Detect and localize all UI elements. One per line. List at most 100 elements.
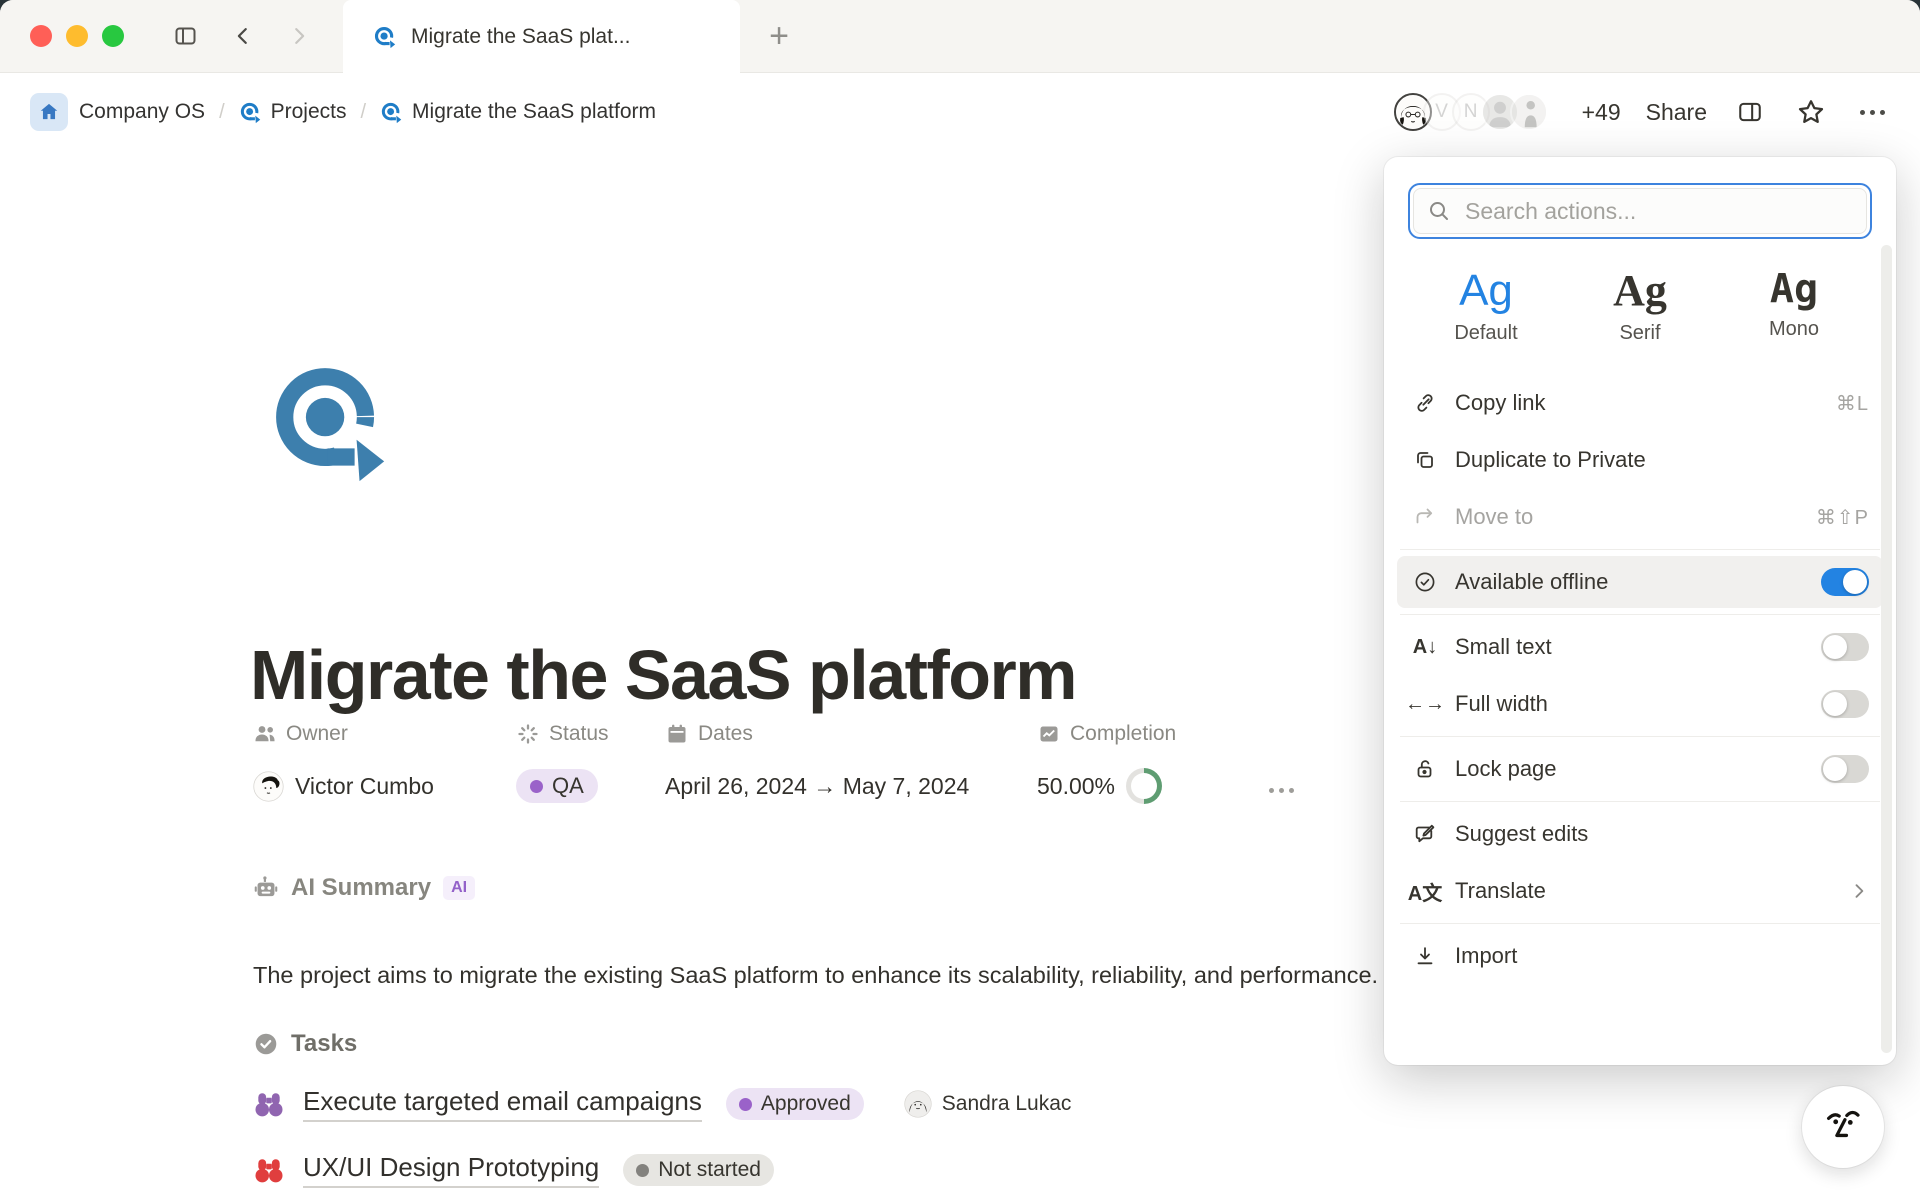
collaborator-avatars[interactable]: V N <box>1394 93 1548 131</box>
page-actions-menu: Ag Default Ag Serif Ag Mono Copy link ⌘L… <box>1384 157 1896 1065</box>
menu-item-translate[interactable]: A文 Translate <box>1397 865 1883 917</box>
menu-item-suggest-edits[interactable]: Suggest edits <box>1397 808 1883 860</box>
ai-summary-text[interactable]: The project aims to migrate the existing… <box>253 958 1398 993</box>
menu-item-move-to[interactable]: Move to ⌘⇧P <box>1397 491 1883 543</box>
binoculars-icon <box>253 1157 285 1184</box>
duplicate-icon <box>1413 448 1437 472</box>
task-assignee[interactable]: Sandra Lukac <box>904 1090 1072 1118</box>
tab-active[interactable]: Migrate the SaaS plat... <box>343 0 740 73</box>
menu-divider <box>1400 801 1880 802</box>
new-tab-button[interactable]: + <box>758 16 800 56</box>
page-title[interactable]: Migrate the SaaS platform <box>250 635 1076 715</box>
lock-open-icon <box>1413 757 1437 781</box>
status-spinner-icon <box>516 722 540 746</box>
task-status-badge[interactable]: Approved <box>726 1088 864 1120</box>
ai-summary-title: AI Summary <box>291 874 431 902</box>
menu-divider <box>1400 736 1880 737</box>
calendar-icon <box>665 722 689 746</box>
task-row: Execute targeted email campaigns Approve… <box>253 1086 1071 1122</box>
property-status[interactable]: Status QA <box>516 722 665 806</box>
share-button[interactable]: Share <box>1646 99 1707 126</box>
ai-summary-header: AI Summary AI <box>253 874 475 902</box>
menu-item-small-text[interactable]: A↓ Small text <box>1397 621 1883 673</box>
open-side-peek-button[interactable] <box>1732 94 1768 130</box>
menu-item-import[interactable]: Import <box>1397 930 1883 982</box>
property-completion[interactable]: Completion 50.00% <box>1037 722 1269 806</box>
menu-item-lock-page[interactable]: Lock page <box>1397 743 1883 795</box>
font-option-mono[interactable]: Ag Mono <box>1734 263 1854 351</box>
owner-avatar <box>253 771 284 802</box>
favorite-button[interactable] <box>1793 94 1829 130</box>
robot-icon <box>253 875 279 901</box>
status-badge[interactable]: QA <box>516 769 598 803</box>
date-range: April 26, 2024 → May 7, 2024 <box>665 773 969 800</box>
assignee-avatar <box>904 1090 932 1118</box>
project-cycle-icon <box>380 101 403 124</box>
shortcut-label: ⌘L <box>1836 391 1869 416</box>
ellipsis-icon <box>1269 788 1274 793</box>
page-properties: Owner Victor Cumbo Status QA Dates <box>253 722 1294 806</box>
minimize-window-button[interactable] <box>66 25 88 47</box>
sidebar-toggle-icon[interactable] <box>168 19 202 53</box>
breadcrumb-item-current-page[interactable]: Migrate the SaaS platform <box>380 100 656 124</box>
check-circle-icon <box>1413 570 1437 594</box>
menu-item-available-offline[interactable]: Available offline <box>1397 556 1883 608</box>
back-icon[interactable] <box>226 19 260 53</box>
available-offline-toggle[interactable] <box>1821 568 1869 596</box>
font-option-default[interactable]: Ag Default <box>1426 263 1546 351</box>
plus-icon: + <box>769 17 789 56</box>
breadcrumb-item-projects[interactable]: Projects <box>239 100 347 124</box>
full-width-icon: ←→ <box>1405 693 1445 716</box>
link-icon <box>1413 391 1437 415</box>
property-dates[interactable]: Dates April 26, 2024 → May 7, 2024 <box>665 722 1037 806</box>
notion-ai-button[interactable] <box>1802 1086 1884 1168</box>
tasks-section-header: Tasks <box>253 1030 357 1058</box>
full-width-toggle[interactable] <box>1821 690 1869 718</box>
property-label: Owner <box>286 722 348 746</box>
small-text-toggle[interactable] <box>1821 633 1869 661</box>
actions-search[interactable] <box>1408 183 1872 239</box>
home-breadcrumb-chip[interactable] <box>30 93 68 131</box>
task-link[interactable]: Execute targeted email campaigns <box>303 1086 702 1122</box>
more-options-button[interactable] <box>1854 94 1890 130</box>
search-actions-input[interactable] <box>1463 197 1853 226</box>
page-icon[interactable] <box>266 358 394 486</box>
forward-icon[interactable] <box>282 19 316 53</box>
close-window-button[interactable] <box>30 25 52 47</box>
people-icon <box>253 722 277 746</box>
font-option-serif[interactable]: Ag Serif <box>1580 263 1700 351</box>
app-window: Migrate the SaaS plat... + Company OS / … <box>0 0 1920 1200</box>
tab-strip: Migrate the SaaS plat... + <box>0 0 1920 73</box>
breadcrumb: Company OS / Projects / Migrate the SaaS… <box>30 93 656 131</box>
window-controls <box>30 25 124 47</box>
move-to-icon <box>1413 505 1437 529</box>
task-status-badge[interactable]: Not started <box>623 1154 774 1186</box>
shortcut-label: ⌘⇧P <box>1816 505 1869 530</box>
breadcrumb-item-company-os[interactable]: Company OS <box>79 100 205 124</box>
menu-item-copy-link[interactable]: Copy link ⌘L <box>1397 377 1883 429</box>
completion-ring <box>1126 768 1162 804</box>
page-header: Company OS / Projects / Migrate the SaaS… <box>0 73 1920 151</box>
menu-item-duplicate[interactable]: Duplicate to Private <box>1397 434 1883 486</box>
breadcrumb-separator: / <box>216 101 228 124</box>
menu-scrollbar[interactable] <box>1881 245 1892 1053</box>
chart-icon <box>1037 722 1061 746</box>
status-dot <box>530 780 543 793</box>
menu-divider <box>1400 549 1880 550</box>
zoom-window-button[interactable] <box>102 25 124 47</box>
task-link[interactable]: UX/UI Design Prototyping <box>303 1152 599 1188</box>
property-owner[interactable]: Owner Victor Cumbo <box>253 722 516 806</box>
panel-right-icon <box>1735 99 1765 125</box>
avatar-overflow-count[interactable]: +49 <box>1582 99 1621 126</box>
check-circle-filled-icon <box>253 1031 279 1057</box>
menu-item-full-width[interactable]: ←→ Full width <box>1397 678 1883 730</box>
project-cycle-icon <box>266 358 394 486</box>
star-icon <box>1796 97 1826 127</box>
lock-page-toggle[interactable] <box>1821 755 1869 783</box>
avatar <box>1510 93 1548 131</box>
properties-more-button[interactable] <box>1269 774 1294 806</box>
breadcrumb-separator: / <box>357 101 369 124</box>
owner-name: Victor Cumbo <box>295 773 434 800</box>
home-icon <box>38 101 60 123</box>
import-icon <box>1413 944 1437 968</box>
